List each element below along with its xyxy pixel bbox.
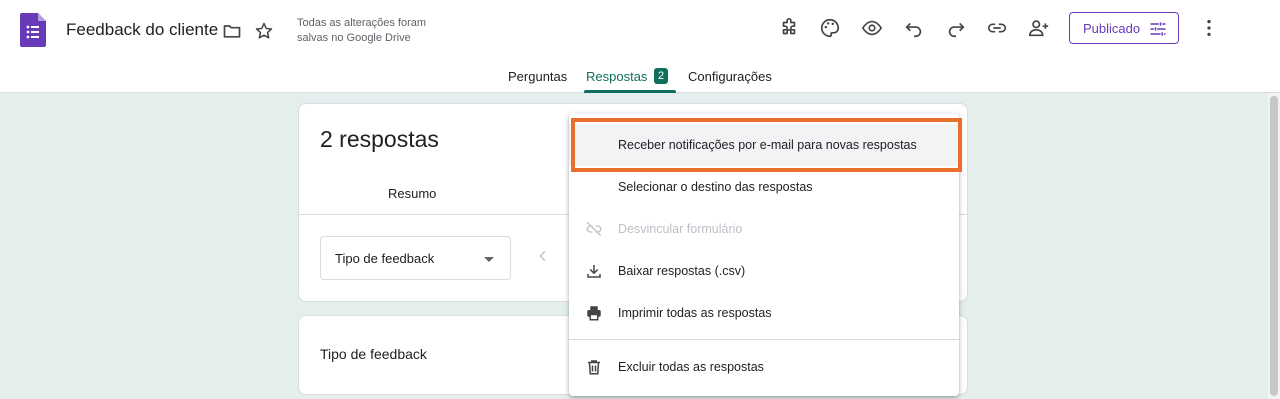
save-status-line2: salvas no Google Drive	[297, 32, 411, 44]
print-icon	[585, 304, 603, 322]
puzzle-icon[interactable]	[778, 17, 800, 39]
tune-icon	[1150, 22, 1166, 36]
tab-resumo[interactable]: Resumo	[388, 186, 436, 201]
save-status-line1: Todas as alterações foram	[297, 17, 427, 29]
menu-item-label: Desvincular formulário	[618, 222, 743, 236]
highlight-annotation	[571, 118, 962, 172]
publish-button[interactable]: Publicado	[1069, 12, 1179, 44]
menu-item-unlink-form: Desvincular formulário	[569, 208, 959, 250]
top-bar: Feedback do cliente Todas as alterações …	[0, 0, 1280, 93]
undo-icon[interactable]	[903, 17, 925, 39]
tab-perguntas[interactable]: Perguntas	[508, 69, 567, 84]
menu-item-delete-all[interactable]: Excluir todas as respostas	[569, 346, 959, 388]
palette-icon[interactable]	[819, 17, 841, 39]
tab-bar: Perguntas Respostas Configurações	[0, 59, 1280, 93]
tab-respostas[interactable]: Respostas	[586, 69, 647, 84]
question-select-value: Tipo de feedback	[335, 251, 435, 266]
forms-logo-icon[interactable]	[20, 13, 46, 47]
link-icon[interactable]	[986, 17, 1008, 39]
star-icon[interactable]	[254, 21, 274, 41]
menu-item-label: Baixar respostas (.csv)	[618, 264, 746, 278]
more-vert-icon[interactable]	[1198, 17, 1220, 39]
chevron-left-icon[interactable]	[535, 248, 551, 264]
eye-icon[interactable]	[861, 17, 883, 39]
menu-item-download-csv[interactable]: Baixar respostas (.csv)	[569, 250, 959, 292]
trash-icon	[585, 358, 603, 376]
menu-item-select-destination[interactable]: Selecionar o destino das respostas	[569, 166, 959, 208]
responses-count-badge: 2	[654, 68, 668, 84]
add-person-icon[interactable]	[1028, 17, 1050, 39]
menu-item-label: Imprimir todas as respostas	[618, 306, 772, 320]
tab-configuracoes[interactable]: Configurações	[688, 69, 772, 84]
link-off-icon	[585, 220, 603, 238]
redo-icon[interactable]	[945, 17, 967, 39]
question-title: Tipo de feedback	[320, 346, 427, 362]
save-status: Todas as alterações foram salvas no Goog…	[297, 16, 467, 46]
question-select[interactable]: Tipo de feedback	[320, 236, 511, 280]
active-tab-indicator	[584, 90, 676, 93]
menu-divider	[569, 339, 959, 340]
folder-icon[interactable]	[222, 21, 242, 41]
scrollbar-thumb[interactable]	[1270, 96, 1278, 396]
responses-count-title: 2 respostas	[320, 126, 439, 152]
menu-item-label: Selecionar o destino das respostas	[618, 180, 813, 194]
download-icon	[585, 262, 603, 280]
menu-item-label: Excluir todas as respostas	[618, 360, 764, 374]
publish-label: Publicado	[1083, 20, 1141, 36]
menu-item-print-all[interactable]: Imprimir todas as respostas	[569, 292, 959, 334]
document-title[interactable]: Feedback do cliente	[66, 20, 218, 40]
dropdown-arrow-icon	[484, 257, 494, 262]
